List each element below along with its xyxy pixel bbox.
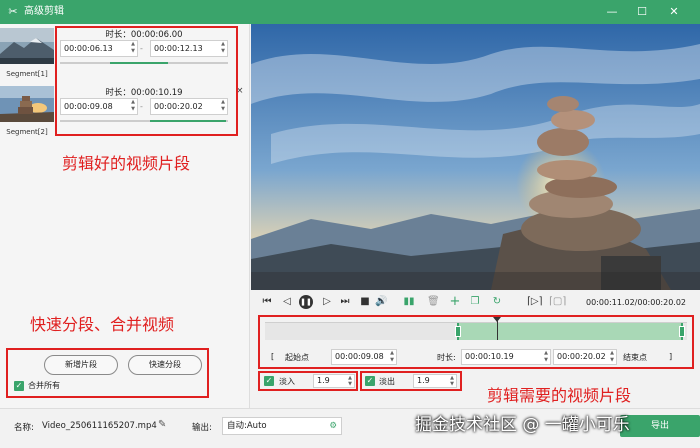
start-bracket-icon: [	[271, 352, 275, 361]
skip-start-icon[interactable]: ⏮	[261, 296, 273, 308]
playhead[interactable]	[497, 319, 499, 340]
split-icon[interactable]: ▮▮	[403, 296, 415, 308]
output-label: 输出:	[192, 423, 212, 433]
fade-in-label: 淡入	[279, 377, 295, 386]
segment-thumbnail[interactable]: Segment[1]	[0, 28, 54, 82]
playhead-marker-icon[interactable]	[493, 317, 502, 322]
annotation-quick-split-merge: 快速分段、合并视频	[30, 315, 175, 334]
pause-icon[interactable]: ❚❚	[299, 295, 313, 309]
segment-panel: Segment[1] 时长：00:00:06.00 00:00:06.13 ▲ ▼…	[0, 24, 250, 408]
output-path-input[interactable]: 自动:Auto ⚙	[222, 417, 342, 435]
copy-icon[interactable]: ❐	[469, 296, 481, 308]
segment-label: Segment[2]	[6, 128, 48, 136]
title-bar: ✂ 高级剪辑 — ☐ ✕	[0, 0, 700, 24]
duration-input[interactable]: 00:00:10.19 ▲ ▼	[461, 349, 551, 365]
step-forward-icon[interactable]: ▷	[321, 296, 333, 308]
selection-end-handle[interactable]	[679, 326, 685, 337]
skip-end-icon[interactable]: ⏭	[339, 296, 351, 308]
fade-out-input[interactable]: 1.9 ▲ ▼	[413, 374, 457, 388]
selection-start-handle[interactable]	[454, 326, 461, 337]
annotation-edited-segments: 剪辑好的视频片段	[62, 154, 191, 173]
quick-split-button[interactable]: 快速分段	[128, 355, 202, 375]
watermark: 掘金技术社区 @ 一罐小可乐	[415, 415, 630, 435]
edit-name-icon[interactable]: ✎	[158, 419, 166, 430]
timeline-track[interactable]	[265, 317, 687, 340]
spinner-icon[interactable]: ▲ ▼	[348, 375, 352, 387]
duration-label: 时长:	[437, 353, 456, 362]
fade-out-label: 淡出	[379, 377, 395, 386]
export-button[interactable]: 导出	[620, 415, 700, 437]
spinner-icon[interactable]: ▲ ▼	[544, 350, 548, 364]
gear-icon[interactable]: ⚙	[329, 418, 337, 434]
merge-all-label: 合并所有	[28, 381, 60, 390]
fade-in-input[interactable]: 1.9 ▲ ▼	[313, 374, 355, 388]
reset-icon[interactable]: ↻	[491, 296, 503, 308]
volume-icon[interactable]: 🔊	[375, 296, 387, 308]
spinner-icon[interactable]: ▲ ▼	[450, 375, 454, 387]
add-segment-button[interactable]: 新增片段	[44, 355, 118, 375]
annotation-box-segments	[55, 26, 238, 136]
merge-all-checkbox[interactable]: ✓	[14, 381, 24, 391]
app-logo-icon: ✂	[8, 5, 18, 18]
end-point-button[interactable]: 结束点	[623, 352, 647, 363]
add-icon[interactable]: +	[449, 295, 461, 308]
step-back-icon[interactable]: ◁	[281, 296, 293, 308]
fade-out-checkbox[interactable]: ✓	[365, 376, 375, 386]
name-label: 名称:	[14, 423, 34, 433]
segment-thumbnail-image	[0, 28, 54, 64]
segment-thumbnail[interactable]: Segment[2]	[0, 86, 54, 140]
file-name-value: Video_250611165207.mp4	[42, 421, 157, 431]
segment-thumbnail-image	[0, 86, 54, 122]
start-time-input[interactable]: 00:00:09.08 ▲ ▼	[331, 349, 397, 365]
minimize-icon[interactable]: —	[600, 0, 624, 24]
annotation-segment-to-edit: 剪辑需要的视频片段	[487, 386, 632, 405]
stop-icon[interactable]: ■	[359, 296, 371, 308]
window-title: 高级剪辑	[24, 6, 64, 17]
mark-in-icon[interactable]: ⌈▷⌉	[527, 296, 543, 308]
video-frame	[251, 24, 700, 290]
delete-icon[interactable]: 🗑	[427, 296, 440, 308]
start-point-button[interactable]: 起始点	[285, 352, 309, 363]
end-bracket-icon: ]	[669, 352, 673, 361]
fade-in-checkbox[interactable]: ✓	[264, 376, 274, 386]
segment-label: Segment[1]	[6, 70, 48, 78]
video-preview[interactable]	[251, 24, 700, 290]
mark-out-icon[interactable]: ⌈▢⌉	[549, 296, 566, 308]
player-controls: ⏮ ◁ ❚❚ ▷ ⏭ ■ 🔊 ▮▮ 🗑 + ❐ ↻ ⌈▷⌉ ⌈▢⌉ 00:00:…	[251, 290, 700, 408]
timeline-selection	[456, 323, 683, 340]
playback-time: 00:00:11.02/00:00:20.02	[586, 298, 686, 307]
spinner-icon[interactable]: ▲ ▼	[390, 350, 394, 364]
close-icon[interactable]: ✕	[662, 0, 686, 24]
spinner-icon[interactable]: ▲ ▼	[610, 350, 614, 364]
maximize-icon[interactable]: ☐	[630, 0, 654, 24]
end-time-input[interactable]: 00:00:20.02 ▲ ▼	[553, 349, 617, 365]
